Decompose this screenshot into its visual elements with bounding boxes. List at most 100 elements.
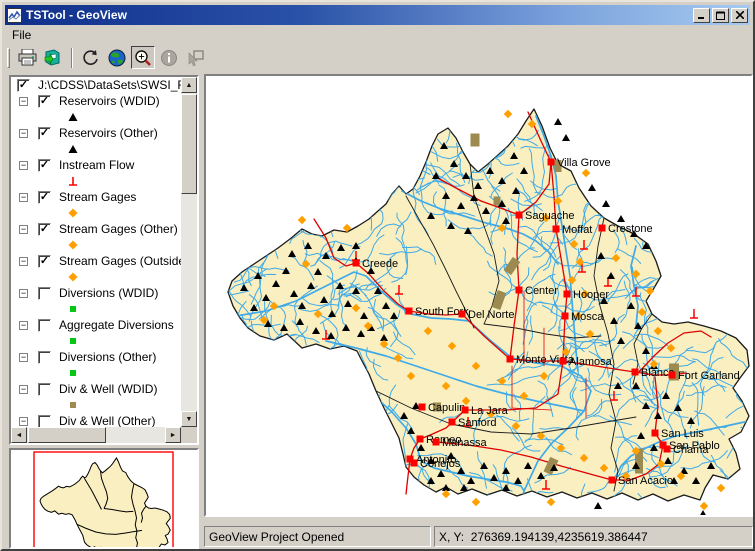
gage-marker [471, 497, 481, 507]
minimize-button[interactable] [693, 7, 710, 23]
zoom-button[interactable] [131, 46, 155, 69]
toolbar-grip[interactable] [7, 47, 10, 68]
town-marker [552, 225, 560, 233]
gage-marker [546, 497, 556, 507]
title-bar[interactable]: TSTool - GeoView [5, 5, 750, 25]
town-marker [410, 459, 418, 467]
town-label: Villa Grove [557, 157, 611, 169]
reservoir-marker [594, 502, 602, 509]
layer-label: Reservoirs (WDID) [59, 94, 160, 108]
tree-row [11, 141, 181, 157]
reservoir-marker [588, 184, 596, 191]
stream [379, 159, 417, 175]
layer-checkbox[interactable] [38, 350, 51, 364]
town-label: Conejos [420, 458, 461, 470]
legend-vertical-scrollbar[interactable]: ▲ ▼ [181, 77, 197, 427]
tree-expander[interactable]: − [19, 224, 28, 234]
print-button[interactable] [15, 46, 39, 69]
layer-label: Aggregate Diversions [59, 318, 174, 332]
town-marker [352, 259, 360, 267]
stream [400, 114, 439, 124]
app-icon [7, 7, 22, 23]
stream [597, 195, 627, 216]
well-marker [470, 133, 480, 147]
square-symbol-icon [70, 370, 76, 376]
square-symbol-icon [70, 306, 76, 312]
layer-checkbox[interactable]: ✓ [38, 94, 51, 108]
globe-button[interactable] [105, 46, 129, 69]
stream [228, 342, 261, 361]
tree-row: − Div & Well (Other) [11, 413, 181, 427]
reservoir-marker [602, 200, 610, 207]
stream [467, 492, 490, 501]
tree-expander[interactable]: − [19, 416, 28, 426]
menu-bar: File [5, 25, 750, 44]
scroll-down-button[interactable]: ▼ [181, 411, 197, 427]
overview-panel[interactable] [9, 448, 199, 549]
well-marker [493, 196, 501, 206]
status-bar-coordinates: X, Y: 276369.194139,4235619.386447 [434, 526, 753, 547]
layer-checkbox[interactable] [38, 382, 51, 396]
layer-checkbox[interactable]: ✓ [38, 222, 51, 236]
map-canvas[interactable]: Villa Grove Saguache Moffat Crestone Creede S… [206, 76, 751, 515]
tree-expander[interactable]: − [19, 256, 28, 266]
window-title: TSTool - GeoView [26, 8, 127, 22]
save-button[interactable] [41, 46, 65, 69]
layer-label: Stream Gages (Outside-C [59, 254, 181, 268]
tree-row [11, 365, 181, 381]
scroll-left-button[interactable]: ◄ [11, 427, 27, 443]
town-label: Mosca [571, 311, 604, 323]
vertical-scroll-thumb[interactable] [181, 94, 197, 194]
save-icon [44, 49, 62, 66]
tree-expander[interactable]: − [19, 192, 28, 202]
legend-tree: ✓J:\CDSS\DataSets\SWSI_RioG−✓Reservoirs … [11, 77, 181, 427]
tree-row [11, 205, 181, 221]
layer-checkbox[interactable]: ✓ [17, 78, 30, 92]
refresh-icon [82, 49, 100, 66]
tree-row: − ✓ Instream Flow [11, 157, 181, 173]
layer-checkbox[interactable]: ✓ [38, 126, 51, 140]
layer-checkbox[interactable] [38, 286, 51, 300]
close-button[interactable] [731, 7, 748, 23]
reservoir-marker [554, 118, 562, 125]
town-marker [663, 445, 671, 453]
tree-expander[interactable]: − [19, 160, 28, 170]
maximize-button[interactable] [712, 7, 729, 23]
town-marker [547, 158, 555, 166]
town-marker [458, 310, 466, 318]
tree-expander[interactable]: − [19, 384, 28, 394]
select-button [183, 46, 207, 69]
layer-checkbox[interactable]: ✓ [38, 158, 51, 172]
layer-checkbox[interactable]: ✓ [38, 190, 51, 204]
tree-expander[interactable]: − [19, 352, 28, 362]
legend-horizontal-scrollbar[interactable]: ◄ ► [11, 427, 181, 443]
layer-label: Div & Well (Other) [59, 414, 156, 427]
tree-expander[interactable]: − [19, 320, 28, 330]
gage-marker [699, 501, 709, 511]
layer-checkbox[interactable] [38, 414, 51, 427]
layer-checkbox[interactable]: ✓ [38, 254, 51, 268]
diamond-symbol-icon [68, 272, 78, 282]
layer-label: Diversions (WDID) [59, 286, 159, 300]
tree-expander[interactable]: − [19, 128, 28, 138]
town-label: Chama [673, 444, 709, 456]
stream [300, 348, 311, 383]
triangle-symbol-icon [68, 145, 78, 153]
town-label: San Luis [661, 428, 704, 440]
town-label: Manassa [442, 437, 488, 449]
layer-checkbox[interactable] [38, 318, 51, 332]
stream [608, 190, 662, 215]
refresh-button[interactable] [79, 46, 103, 69]
scroll-up-button[interactable]: ▲ [181, 77, 197, 93]
overview-map[interactable] [11, 450, 197, 547]
horizontal-scroll-thumb[interactable] [28, 427, 106, 443]
scroll-right-button[interactable]: ► [165, 427, 181, 443]
town-label: Center [525, 285, 558, 297]
town-marker [515, 211, 523, 219]
print-icon [18, 49, 37, 66]
menu-item-file[interactable]: File [5, 26, 38, 44]
tree-expander[interactable]: − [19, 96, 28, 106]
tree-expander[interactable]: − [19, 288, 28, 298]
gage-marker [503, 109, 513, 119]
layer-label: Instream Flow [59, 158, 135, 172]
